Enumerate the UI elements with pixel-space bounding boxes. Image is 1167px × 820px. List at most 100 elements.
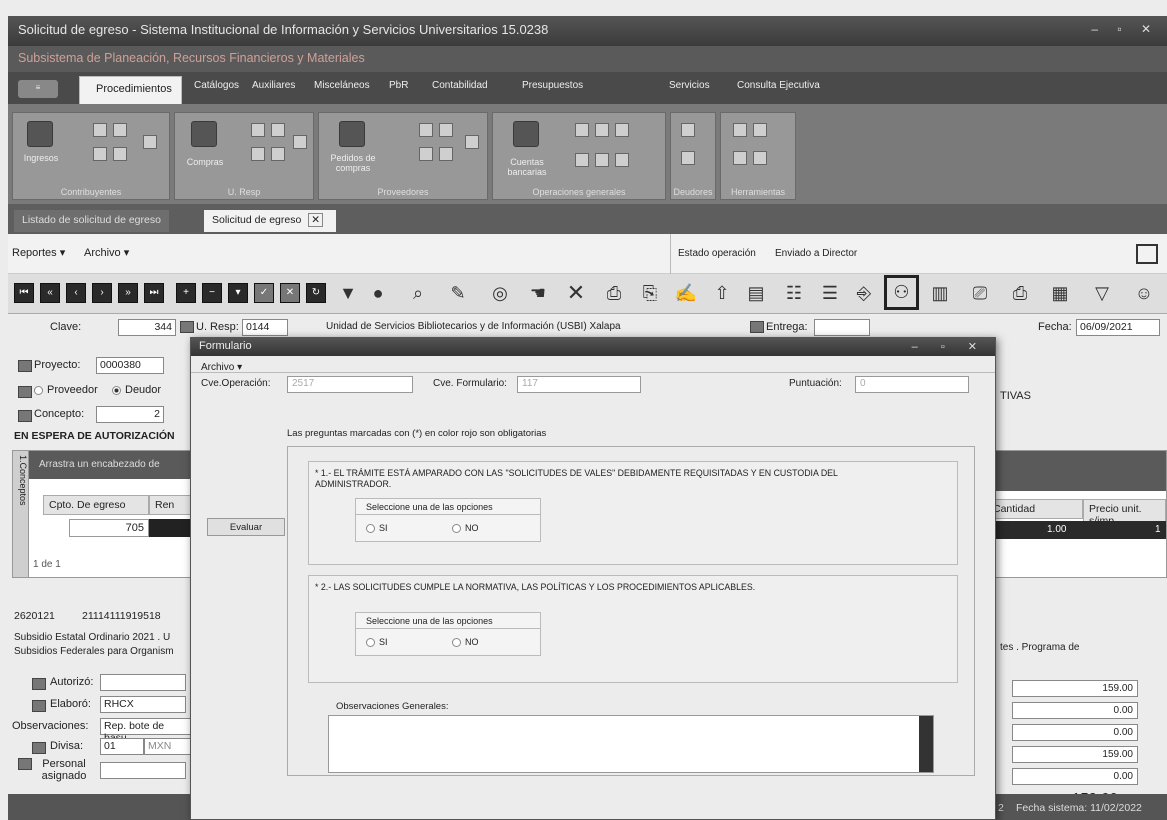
report-icon[interactable]: ☰ — [816, 279, 844, 307]
user-icon[interactable]: ☺ — [1130, 279, 1158, 307]
signature-icon[interactable]: ✍ — [672, 279, 700, 307]
col-ren[interactable]: Ren — [149, 495, 191, 515]
col-cantidad[interactable]: Cantidad — [987, 499, 1083, 519]
tool-icon[interactable] — [733, 151, 747, 165]
evaluar-button[interactable]: Evaluar — [207, 518, 285, 536]
tool-icon[interactable] — [595, 153, 609, 167]
filter-icon[interactable]: ▼ — [334, 279, 362, 307]
upload-icon[interactable]: ⇧ — [708, 279, 736, 307]
search-icon[interactable]: ⌕ — [404, 279, 432, 307]
q2-no-radio[interactable]: NO — [452, 637, 479, 648]
proveedor-radio[interactable]: Proveedor — [34, 384, 98, 396]
divisa-field[interactable]: 01 — [100, 738, 144, 755]
archivo-menu[interactable]: Archivo ▾ — [84, 246, 129, 259]
puntuacion-field[interactable]: 0 — [855, 376, 969, 393]
history-icon[interactable]: ▦ — [1046, 279, 1074, 307]
concepto-field[interactable]: 2 — [96, 406, 164, 423]
tool-icon[interactable] — [439, 123, 453, 137]
side-tab-conceptos[interactable]: 1.Conceptos — [13, 451, 29, 577]
dropdown-button[interactable]: ▾ — [228, 283, 248, 303]
tool-icon[interactable] — [251, 123, 265, 137]
cancel-button[interactable]: ✕ — [280, 283, 300, 303]
tab-consulta-ejecutiva[interactable]: Consulta Ejecutiva — [737, 80, 820, 91]
tab-catalogos[interactable]: Catálogos — [194, 80, 239, 91]
prev-page-button[interactable]: « — [40, 283, 60, 303]
accept-button[interactable]: ✓ — [254, 283, 274, 303]
next-record-button[interactable]: › — [92, 283, 112, 303]
tab-auxiliares[interactable]: Auxiliares — [252, 80, 295, 91]
scroll-icon[interactable] — [465, 135, 479, 149]
add-button[interactable]: + — [176, 283, 196, 303]
window-controls[interactable]: – ▫ ✕ — [1091, 22, 1159, 36]
q2-si-radio[interactable]: SI — [366, 637, 388, 648]
tool-icon[interactable] — [681, 123, 695, 137]
refresh-button[interactable]: ↻ — [306, 283, 326, 303]
tool-icon[interactable] — [419, 123, 433, 137]
workflow-button-highlighted[interactable]: ⚇ — [884, 275, 919, 310]
observaciones-field[interactable]: Rep. bote de basu — [100, 718, 192, 744]
deudor-radio[interactable]: Deudor — [112, 384, 161, 396]
form-icon[interactable]: ☷ — [780, 279, 808, 307]
tool-icon[interactable] — [681, 151, 695, 165]
document-icon[interactable]: ▥ — [926, 279, 954, 307]
binoculars-icon[interactable]: ● — [364, 279, 392, 307]
edit-doc-icon[interactable]: ✎ — [444, 279, 472, 307]
tool-icon[interactable] — [113, 147, 127, 161]
col-cpto-egreso[interactable]: Cpto. De egreso — [43, 495, 149, 515]
tool-icon[interactable] — [615, 123, 629, 137]
divisa-icon[interactable] — [32, 742, 46, 754]
tab-listado-solicitud[interactable]: Listado de solicitud de egreso — [14, 210, 169, 232]
funnel-icon[interactable]: ▽ — [1088, 279, 1116, 307]
globe-icon[interactable]: ◎ — [486, 279, 514, 307]
compras-button[interactable]: Compras — [179, 157, 231, 167]
tipo-icon[interactable] — [18, 386, 32, 398]
reportes-menu[interactable]: Reportes ▾ — [12, 246, 65, 259]
print-icon[interactable]: ⎙ — [600, 279, 628, 307]
scroll-icon[interactable] — [143, 135, 157, 149]
uresp-icon[interactable] — [180, 321, 194, 333]
row-cpto-value[interactable]: 705 — [69, 519, 149, 537]
cve-operacion-field[interactable]: 2517 — [287, 376, 413, 393]
tool-icon[interactable] — [251, 147, 265, 161]
proyecto-field[interactable]: 0000380 — [96, 357, 164, 374]
attach-icon[interactable]: ⎘ — [636, 279, 664, 307]
hand-icon[interactable]: ☚ — [524, 279, 552, 307]
autorizo-field[interactable] — [100, 674, 186, 691]
pager[interactable]: 1 de 1 — [33, 559, 61, 570]
tool-icon[interactable] — [595, 123, 609, 137]
last-record-button[interactable]: ⏭ — [144, 283, 164, 303]
user-doc-icon[interactable]: ⎙ — [1006, 279, 1034, 307]
scroll-icon[interactable] — [293, 135, 307, 149]
export-icon[interactable]: ▤ — [742, 279, 770, 307]
uresp-field[interactable]: 0144 — [242, 319, 288, 336]
app-menu-button[interactable]: ≡ — [18, 80, 58, 98]
clave-field[interactable]: 344 — [118, 319, 176, 336]
personal-field[interactable] — [100, 762, 186, 779]
close-icon[interactable]: ✕ — [308, 213, 324, 227]
tool-icon[interactable] — [271, 147, 285, 161]
tool-icon[interactable] — [271, 123, 285, 137]
autorizo-icon[interactable] — [32, 678, 46, 690]
tool-icon[interactable] — [93, 147, 107, 161]
textarea-scrollbar[interactable] — [919, 716, 933, 772]
q1-si-radio[interactable]: SI — [366, 523, 388, 534]
tool-icon[interactable] — [753, 151, 767, 165]
entrega-field[interactable] — [814, 319, 870, 336]
proyecto-icon[interactable] — [18, 360, 32, 372]
next-page-button[interactable]: » — [118, 283, 138, 303]
tab-miscelaneos[interactable]: Misceláneos — [314, 80, 370, 91]
q1-no-radio[interactable]: NO — [452, 523, 479, 534]
first-record-button[interactable]: ⏮ — [14, 283, 34, 303]
elaboro-icon[interactable] — [32, 700, 46, 712]
entrega-icon[interactable] — [750, 321, 764, 333]
remove-button[interactable]: − — [202, 283, 222, 303]
tool-icon[interactable] — [93, 123, 107, 137]
dialog-window-controls[interactable]: – ▫ ✕ — [912, 340, 987, 353]
elaboro-field[interactable]: RHCX — [100, 696, 186, 713]
row-selected-cell[interactable] — [149, 519, 191, 537]
cve-formulario-field[interactable]: 117 — [517, 376, 641, 393]
ingresos-button[interactable]: Ingresos — [15, 153, 67, 163]
tab-presupuestos[interactable]: Presupuestos — [522, 80, 583, 91]
tool-icon[interactable] — [575, 153, 589, 167]
delete-icon[interactable]: ✕ — [562, 279, 590, 307]
